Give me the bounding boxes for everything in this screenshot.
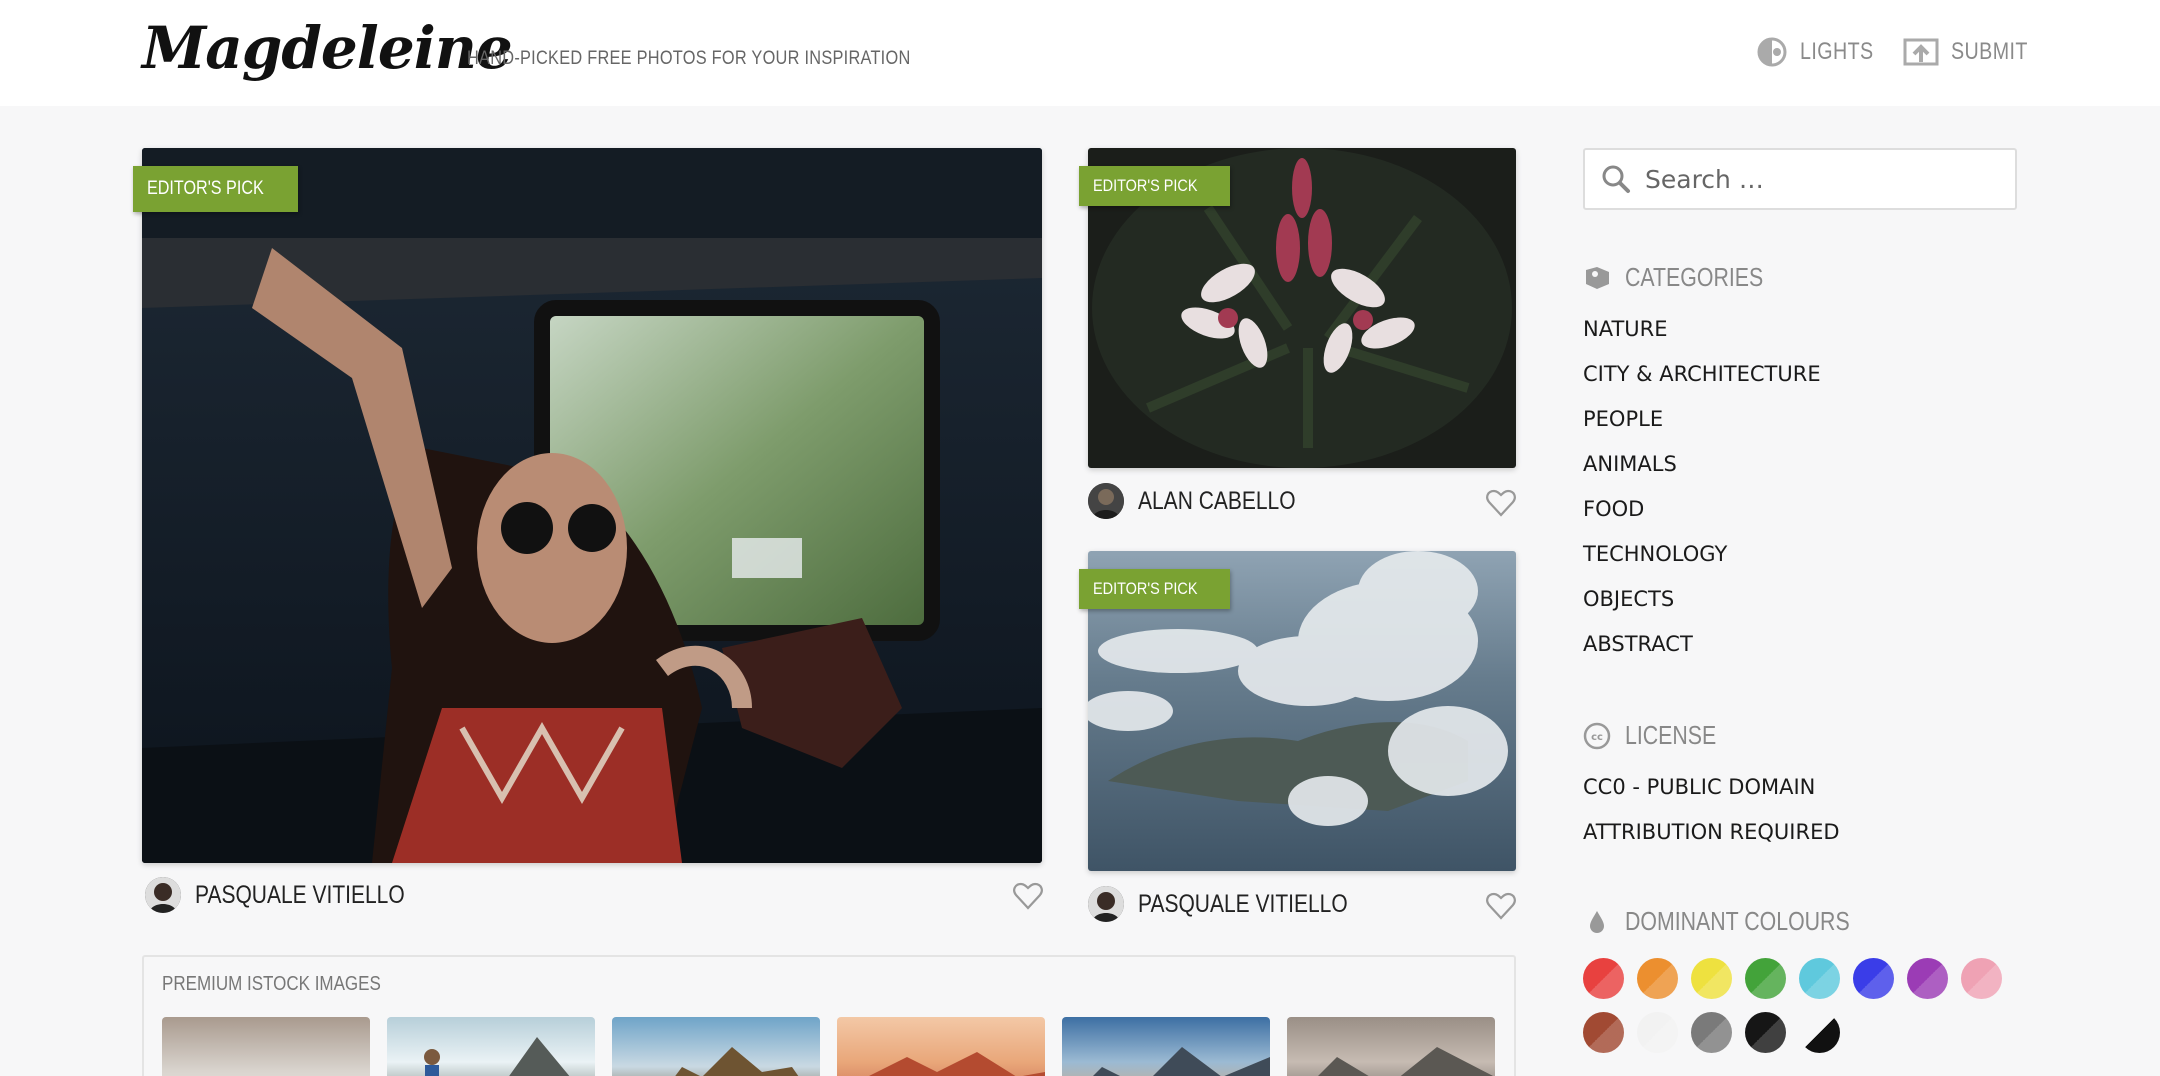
heart-icon[interactable] — [1486, 489, 1516, 517]
category-people[interactable]: PEOPLE — [1583, 407, 1663, 431]
upload-icon — [1903, 38, 1939, 66]
category-abstract[interactable]: ABSTRACT — [1583, 632, 1693, 656]
editors-pick-badge: EDITOR'S PICK — [1079, 166, 1230, 206]
premium-thumbnail[interactable] — [1287, 1017, 1495, 1076]
site-header: Magdeleine HAND-PICKED FREE PHOTOS FOR Y… — [0, 0, 2160, 106]
premium-istock-section: PREMIUM ISTOCK IMAGES — [142, 955, 1516, 1076]
author-name: ALAN CABELLO — [1138, 486, 1296, 515]
premium-thumbnail[interactable] — [387, 1017, 595, 1076]
colour-swatch[interactable] — [1691, 958, 1732, 999]
license-attribution[interactable]: ATTRIBUTION REQUIRED — [1583, 820, 1840, 844]
lights-label: LIGHTS — [1800, 38, 1874, 65]
colour-swatch[interactable] — [1799, 1012, 1840, 1053]
premium-thumbnail[interactable] — [837, 1017, 1045, 1076]
colour-swatch[interactable] — [1907, 958, 1948, 999]
author-name: PASQUALE VITIELLO — [195, 880, 405, 909]
colour-swatch[interactable] — [1961, 958, 2002, 999]
license-title: cc LICENSE — [1583, 720, 1736, 751]
search-icon — [1602, 165, 1630, 193]
search-input[interactable] — [1645, 164, 2005, 194]
category-city-architecture[interactable]: CITY & ARCHITECTURE — [1583, 362, 1821, 386]
lights-icon — [1757, 37, 1787, 67]
svg-text:cc: cc — [1591, 732, 1603, 743]
drop-icon — [1590, 910, 1604, 933]
colour-swatch[interactable] — [1853, 958, 1894, 999]
avatar — [1088, 483, 1124, 519]
photo-author[interactable]: PASQUALE VITIELLO — [145, 877, 445, 913]
colour-swatch[interactable] — [1745, 1012, 1786, 1053]
colours-title: DOMINANT COLOURS — [1583, 906, 1899, 937]
category-nature[interactable]: NATURE — [1583, 317, 1668, 341]
site-tagline: HAND-PICKED FREE PHOTOS FOR YOUR INSPIRA… — [467, 48, 911, 69]
colour-swatch[interactable] — [1637, 1012, 1678, 1053]
premium-thumbnail[interactable] — [612, 1017, 820, 1076]
heart-icon[interactable] — [1486, 892, 1516, 920]
avatar — [145, 877, 181, 913]
colour-swatch[interactable] — [1799, 958, 1840, 999]
colour-swatch[interactable] — [1637, 958, 1678, 999]
badge-label: EDITOR'S PICK — [1093, 176, 1198, 195]
photo-author[interactable]: ALAN CABELLO — [1088, 483, 1326, 519]
badge-label: EDITOR'S PICK — [1093, 579, 1198, 598]
submit-label: SUBMIT — [1951, 38, 2028, 65]
premium-thumbnail[interactable] — [162, 1017, 370, 1076]
author-name: PASQUALE VITIELLO — [1138, 889, 1348, 918]
colour-swatch[interactable] — [1583, 1012, 1624, 1053]
category-objects[interactable]: OBJECTS — [1583, 587, 1674, 611]
colour-swatch[interactable] — [1691, 1012, 1732, 1053]
editors-pick-badge: EDITOR'S PICK — [133, 166, 299, 212]
colour-swatch[interactable] — [1745, 958, 1786, 999]
premium-title: PREMIUM ISTOCK IMAGES — [162, 973, 381, 995]
site-logo[interactable]: Magdeleine — [142, 14, 513, 82]
photo-woman-in-car[interactable] — [142, 148, 1042, 863]
creative-commons-icon: cc — [1583, 722, 1611, 749]
search-box — [1583, 148, 2017, 210]
license-cc0[interactable]: CC0 - PUBLIC DOMAIN — [1583, 775, 1815, 799]
colour-swatch[interactable] — [1583, 958, 1624, 999]
tag-icon — [1586, 266, 1609, 289]
editors-pick-badge: EDITOR'S PICK — [1079, 569, 1230, 609]
category-animals[interactable]: ANIMALS — [1583, 452, 1677, 476]
photo-author[interactable]: PASQUALE VITIELLO — [1088, 886, 1388, 922]
badge-label: EDITOR'S PICK — [147, 178, 264, 199]
categories-title: CATEGORIES — [1583, 262, 1794, 293]
lights-toggle-button[interactable]: LIGHTS — [1756, 32, 1890, 72]
category-food[interactable]: FOOD — [1583, 497, 1644, 521]
avatar — [1088, 886, 1124, 922]
submit-button[interactable]: SUBMIT — [1903, 32, 2045, 72]
heart-icon[interactable] — [1013, 882, 1043, 910]
category-technology[interactable]: TECHNOLOGY — [1583, 542, 1727, 566]
premium-thumbnail[interactable] — [1062, 1017, 1270, 1076]
